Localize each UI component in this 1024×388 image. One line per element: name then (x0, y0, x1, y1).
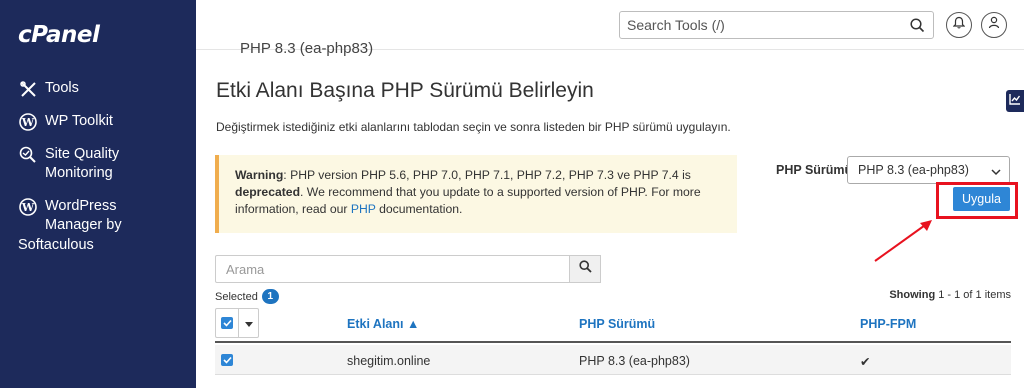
bell-icon (952, 16, 966, 34)
domain-filter-box (215, 255, 601, 283)
select-all-checkbox[interactable] (221, 317, 233, 329)
table-row[interactable]: shegitim.online PHP 8.3 (ea-php83) ✔ (215, 345, 1011, 375)
row-fpm-check: ✔ (860, 355, 871, 369)
svg-text:W: W (21, 201, 35, 214)
column-header-php-version[interactable]: PHP Sürümü (579, 317, 655, 331)
side-chart-widget[interactable] (1006, 90, 1024, 112)
caret-down-icon (245, 314, 253, 332)
row-checkbox[interactable] (221, 354, 233, 366)
sidebar-item-label: Site Quality Monitoring (45, 146, 120, 181)
search-icon (578, 260, 592, 278)
row-php-version: PHP 8.3 (ea-php83) (579, 354, 690, 368)
selected-count: Selected 1 (215, 289, 279, 304)
showing-count: Showing 1 - 1 of 1 items (889, 289, 1011, 301)
warning-text: documentation. (375, 202, 463, 216)
showing-range: 1 - 1 of 1 items (938, 289, 1011, 301)
column-header-php-fpm[interactable]: PHP-FPM (860, 317, 916, 331)
sidebar-item-label: WordPress Manager by (45, 198, 122, 233)
sidebar-item-site-quality[interactable]: Site Quality Monitoring (18, 145, 119, 183)
column-header-domain[interactable]: Etki Alanı ▲ (347, 317, 419, 331)
select-all-group (215, 308, 259, 338)
svg-text:W: W (21, 116, 35, 129)
warning-text: information, read our (235, 202, 351, 216)
scrolled-previous-text: PHP 8.3 (ea-php83) (240, 40, 374, 57)
wordpress-icon: W (18, 112, 38, 132)
selected-badge: 1 (261, 289, 279, 304)
site-quality-icon (18, 145, 38, 165)
sidebar-item-label-continued: Softaculous (18, 237, 94, 253)
user-icon (988, 16, 1000, 34)
search-icon[interactable] (910, 18, 925, 38)
user-menu-button[interactable] (981, 12, 1007, 38)
sidebar-item-tools[interactable]: Tools (18, 79, 79, 99)
cpanel-logo[interactable]: cPanel (18, 22, 100, 48)
sidebar-item-label: WP Toolkit (45, 113, 113, 129)
sidebar: cPanel Tools W WP Toolkit Site Quality M… (0, 0, 196, 388)
notifications-button[interactable] (946, 12, 972, 38)
search-tools-input[interactable] (620, 12, 900, 38)
warning-deprecated: deprecated (235, 185, 301, 199)
php-docs-link[interactable]: PHP (351, 202, 376, 216)
red-arrow-annotation (874, 220, 932, 262)
chevron-down-icon (991, 165, 1001, 179)
selected-label: Selected (215, 290, 258, 303)
showing-prefix: Showing (889, 289, 939, 301)
tools-icon (18, 79, 38, 99)
wordpress-icon: W (18, 197, 38, 217)
sidebar-item-wp-toolkit[interactable]: W WP Toolkit (18, 112, 113, 132)
domain-search-input[interactable] (216, 256, 566, 282)
search-tools-box (619, 11, 934, 39)
php-version-select-value: PHP 8.3 (ea-php83) (858, 163, 969, 177)
select-options-dropdown[interactable] (238, 309, 259, 337)
table-header: Etki Alanı ▲ PHP Sürümü PHP-FPM (215, 306, 1011, 343)
php-version-label: PHP Sürümü (776, 163, 853, 177)
chart-icon (1009, 92, 1021, 110)
warning-text: . We recommend that you update to a supp… (300, 185, 701, 199)
warning-strong: Warning (235, 168, 284, 182)
apply-button[interactable]: Uygula (953, 187, 1010, 211)
sidebar-item-label: Tools (45, 80, 79, 96)
warning-text: : PHP version PHP 5.6, PHP 7.0, PHP 7.1,… (283, 168, 691, 182)
php-version-select[interactable]: PHP 8.3 (ea-php83) (847, 156, 1010, 184)
sidebar-item-wordpress-manager[interactable]: W WordPress Manager by (18, 197, 122, 235)
page-description: Değiştirmek istediğiniz etki alanlarını … (216, 120, 731, 134)
deprecation-warning: Warning: PHP version PHP 5.6, PHP 7.0, P… (215, 155, 737, 233)
page-title: Etki Alanı Başına PHP Sürümü Belirleyin (216, 79, 594, 102)
domain-search-button[interactable] (569, 255, 601, 283)
row-domain: shegitim.online (347, 354, 431, 368)
